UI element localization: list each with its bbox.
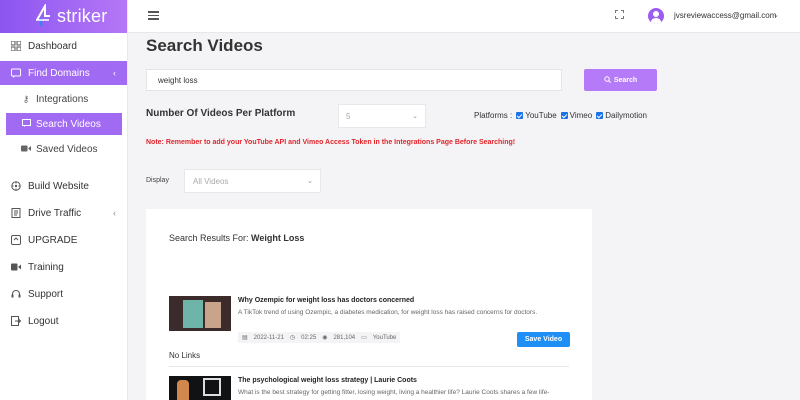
build-website-icon (10, 180, 22, 192)
chevron-down-icon: ⌄ (307, 178, 313, 185)
calendar-icon: ▤ (242, 335, 248, 341)
results-card: Search Results For: Weight Loss Why Ozem… (146, 209, 592, 400)
sidebar-item-label: Logout (28, 315, 59, 327)
api-note: Note: Remember to add your YouTube API a… (146, 139, 516, 146)
brand-header[interactable]: striker (0, 0, 127, 33)
sidebar: striker Dashboard Find Domains ‹ ⚷ Integ… (0, 0, 128, 400)
chevron-left-icon: ‹ (113, 208, 116, 218)
drive-traffic-icon (10, 207, 22, 219)
sidebar-item-label: Support (28, 288, 64, 300)
headset-icon (10, 288, 22, 300)
youtube-label[interactable]: YouTube (525, 111, 556, 120)
video-thumbnail[interactable] (169, 376, 231, 400)
dailymotion-label[interactable]: Dailymotion (605, 111, 647, 120)
vimeo-checkbox[interactable] (560, 112, 568, 119)
video-camera-icon (20, 144, 32, 154)
vimeo-label[interactable]: Vimeo (570, 111, 593, 120)
video-views: 281,104 (333, 334, 356, 341)
sidebar-subitem-integrations[interactable]: ⚷ Integrations (6, 88, 122, 110)
logout-icon (10, 315, 22, 327)
video-date: 2022-11-21 (253, 334, 284, 341)
no-links-text: No Links (169, 351, 201, 360)
results-heading: Search Results For: Weight Loss (169, 233, 304, 243)
save-video-button[interactable]: Save Video (517, 332, 570, 347)
sidebar-item-label: Drive Traffic (28, 207, 82, 219)
sidebar-subitem-label: Search Videos (36, 118, 101, 130)
sidebar-subitem-saved-videos[interactable]: Saved Videos (6, 138, 122, 160)
platforms-label: Platforms : (474, 111, 513, 120)
video-icon (20, 119, 32, 129)
video-thumbnail[interactable] (169, 296, 231, 331)
page-title: Search Videos (146, 36, 263, 55)
chevron-down-icon: ⌄ (412, 113, 418, 120)
search-input[interactable] (146, 69, 562, 91)
sidebar-item-support[interactable]: Support (0, 282, 127, 306)
sidebar-subitem-label: Saved Videos (36, 143, 98, 155)
user-email[interactable]: jvsreviewaccess@gmail.com (674, 11, 776, 20)
sidebar-item-label: Build Website (28, 180, 89, 192)
display-value: All Videos (193, 176, 229, 186)
fullscreen-icon[interactable] (615, 10, 624, 19)
results-query: Weight Loss (251, 233, 305, 243)
result-divider (169, 366, 569, 367)
training-icon (10, 261, 22, 273)
video-title[interactable]: The psychological weight loss strategy |… (238, 377, 417, 384)
clock-icon: ◷ (289, 335, 296, 341)
display-select[interactable]: All Videos ⌄ (184, 169, 321, 193)
search-icon (604, 75, 611, 85)
avatar[interactable] (648, 8, 664, 24)
sidebar-subitem-search-videos[interactable]: Search Videos (6, 113, 122, 135)
sidebar-item-build-website[interactable]: Build Website (0, 174, 127, 198)
video-duration: 02:25 (301, 334, 317, 341)
chevron-down-icon: ‹ (113, 68, 116, 78)
sidebar-item-logout[interactable]: Logout (0, 309, 127, 333)
hamburger-menu-icon[interactable] (148, 11, 159, 20)
sidebar-item-upgrade[interactable]: UPGRADE (0, 228, 127, 252)
video-description: A TikTok trend of using Ozempic, a diabe… (238, 309, 538, 316)
search-button[interactable]: Search (584, 69, 657, 91)
striker-logo-icon (36, 4, 50, 26)
videos-per-platform-label: Number Of Videos Per Platform (146, 108, 296, 119)
search-button-label: Search (613, 76, 638, 84)
video-meta: ▤ 2022-11-21 ◷ 02:25 ◉ 281,104 ▭ YouTube (238, 332, 401, 343)
video-description: What is the best strategy for getting fi… (238, 389, 550, 396)
sidebar-item-label: Training (28, 261, 64, 273)
sidebar-item-dashboard[interactable]: Dashboard (0, 34, 127, 58)
video-platform: YouTube (372, 334, 397, 341)
dailymotion-checkbox[interactable] (596, 112, 604, 119)
sidebar-item-training[interactable]: Training (0, 255, 127, 279)
youtube-checkbox[interactable] (516, 112, 524, 119)
display-label: Display (146, 177, 169, 184)
results-prefix: Search Results For: (169, 233, 249, 243)
monitor-icon: ▭ (361, 335, 367, 341)
platforms-group: Platforms : YouTube Vimeo Dailymotion (474, 111, 647, 120)
sidebar-subitem-label: Integrations (36, 93, 89, 105)
eye-icon: ◉ (322, 335, 328, 341)
videos-per-platform-value: 5 (346, 111, 351, 121)
key-icon: ⚷ (22, 93, 30, 104)
chevron-down-icon[interactable]: ⌄ (773, 11, 779, 19)
sidebar-item-find-domains[interactable]: Find Domains ‹ (0, 61, 127, 85)
top-bar: jvsreviewaccess@gmail.com ⌄ (128, 0, 800, 33)
brand-name: striker (57, 6, 108, 26)
sidebar-item-label: Dashboard (28, 40, 77, 52)
find-domains-icon (10, 67, 22, 79)
upgrade-icon (10, 234, 22, 246)
video-title[interactable]: Why Ozempic for weight loss has doctors … (238, 297, 414, 304)
sidebar-item-label: Find Domains (28, 67, 90, 79)
sidebar-item-drive-traffic[interactable]: Drive Traffic ‹ (0, 201, 127, 225)
videos-per-platform-select[interactable]: 5 ⌄ (338, 104, 426, 128)
sidebar-item-label: UPGRADE (28, 234, 78, 246)
dashboard-icon (10, 40, 22, 52)
